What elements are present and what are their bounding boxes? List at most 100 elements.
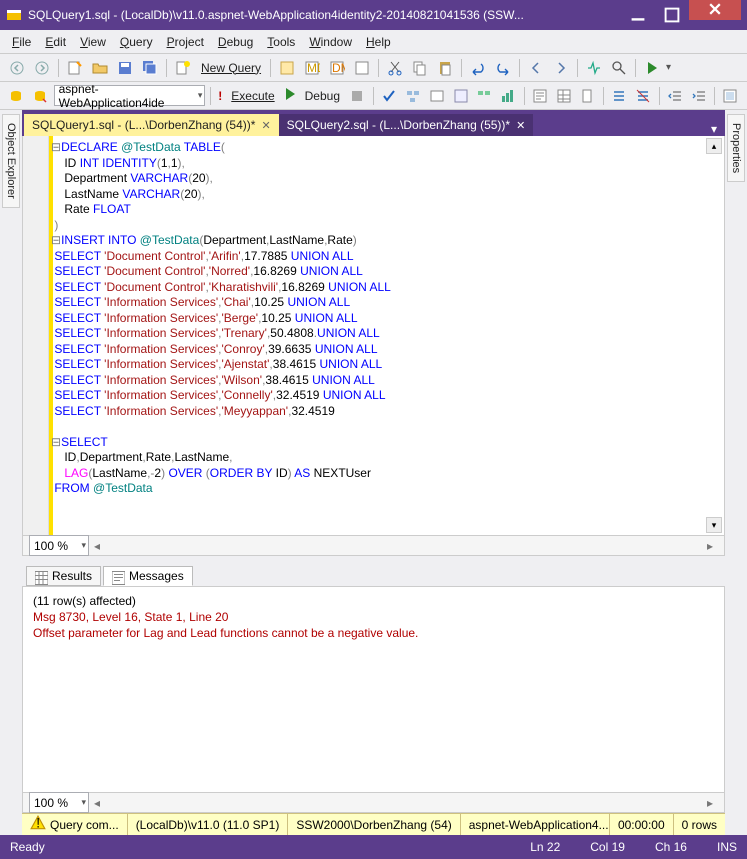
close-tab-icon[interactable]: ✕ (261, 119, 270, 132)
scroll-down-icon[interactable]: ▾ (706, 517, 722, 533)
menubar: File Edit View Query Project Debug Tools… (0, 30, 747, 54)
nav-forward-button[interactable] (550, 57, 572, 79)
db-engine-query-button[interactable] (276, 57, 298, 79)
svg-text:DMX: DMX (332, 61, 345, 75)
close-button[interactable] (689, 0, 741, 20)
separator (519, 59, 520, 77)
results-tabs: Results Messages (22, 562, 725, 586)
tab-sqlquery2[interactable]: SQLQuery2.sql - (L...\DorbenZhang (55))*… (279, 114, 534, 136)
execute-button[interactable]: Execute (227, 89, 278, 103)
zoom-combo[interactable]: 100 % (29, 535, 89, 556)
new-query-label[interactable]: New Query (197, 61, 265, 75)
change-connection-button[interactable] (6, 85, 27, 107)
minimize-button[interactable] (621, 2, 655, 28)
messages-pane[interactable]: (11 row(s) affected) Msg 8730, Level 16,… (22, 586, 725, 793)
decrease-indent-button[interactable] (665, 85, 686, 107)
status-col: Col 19 (590, 840, 625, 854)
separator (373, 87, 374, 105)
xmla-query-button[interactable] (351, 57, 373, 79)
menu-debug[interactable]: Debug (212, 33, 259, 51)
dmx-query-button[interactable]: DMX (326, 57, 348, 79)
estimated-plan-button[interactable] (403, 85, 424, 107)
activity-monitor-button[interactable] (583, 57, 605, 79)
results-grid-button[interactable] (553, 85, 574, 107)
intellisense-button[interactable] (450, 85, 471, 107)
separator (714, 87, 715, 105)
paste-button[interactable] (434, 57, 456, 79)
new-project-button[interactable] (64, 57, 86, 79)
menu-view[interactable]: View (74, 33, 112, 51)
menu-window[interactable]: Window (303, 33, 358, 51)
svg-text:MDX: MDX (307, 61, 320, 75)
actual-plan-button[interactable] (474, 85, 495, 107)
close-tab-icon[interactable]: ✕ (516, 119, 525, 132)
menu-file[interactable]: File (6, 33, 37, 51)
query-options-button[interactable] (426, 85, 447, 107)
results-file-button[interactable] (577, 85, 598, 107)
tabs-dropdown-icon[interactable]: ▾ (705, 122, 723, 136)
specify-values-button[interactable] (720, 85, 741, 107)
save-button[interactable] (114, 57, 136, 79)
maximize-button[interactable] (655, 2, 689, 28)
status-bar: Ready Ln 22 Col 19 Ch 16 INS (0, 835, 747, 859)
scroll-right-icon[interactable]: ▸ (702, 796, 718, 810)
code-editor[interactable]: ⊟DECLARE @TestData TABLE( ID INT IDENTIT… (22, 136, 725, 536)
uncomment-button[interactable] (633, 85, 654, 107)
error-line-1: Msg 8730, Level 16, State 1, Line 20 (33, 609, 714, 625)
query-status-bar: ! Query com... (LocalDb)\v11.0 (11.0 SP1… (22, 813, 725, 835)
server-cell: (LocalDb)\v11.0 (11.0 SP1) (128, 814, 289, 835)
results-tab[interactable]: Results (26, 566, 101, 586)
menu-project[interactable]: Project (161, 33, 210, 51)
nav-backward-button[interactable] (525, 57, 547, 79)
client-stats-button[interactable] (498, 85, 519, 107)
svg-text:!: ! (36, 816, 40, 831)
zoom-combo-messages[interactable]: 100 % (29, 792, 89, 813)
scroll-left-icon[interactable]: ◂ (89, 539, 105, 553)
save-all-button[interactable] (139, 57, 161, 79)
query-status-cell: ! Query com... (22, 814, 128, 835)
start-button[interactable] (641, 57, 663, 79)
titlebar: SQLQuery1.sql - (LocalDb)\v11.0.aspnet-W… (0, 0, 747, 30)
object-explorer-tab[interactable]: Object Explorer (2, 114, 20, 208)
scroll-up-icon[interactable]: ▴ (706, 138, 722, 154)
properties-tab[interactable]: Properties (727, 114, 745, 182)
menu-edit[interactable]: Edit (39, 33, 72, 51)
scroll-left-icon[interactable]: ◂ (89, 796, 105, 810)
find-button[interactable] (608, 57, 630, 79)
back-button[interactable] (6, 57, 28, 79)
app-icon (6, 7, 22, 23)
forward-button[interactable] (31, 57, 53, 79)
db-cell: aspnet-WebApplication4... (461, 814, 610, 835)
menu-tools[interactable]: Tools (261, 33, 301, 51)
parse-button[interactable] (379, 85, 400, 107)
menu-query[interactable]: Query (114, 33, 159, 51)
increase-indent-button[interactable] (688, 85, 709, 107)
menu-help[interactable]: Help (360, 33, 397, 51)
status-ch: Ch 16 (655, 840, 687, 854)
tab-sqlquery1[interactable]: SQLQuery1.sql - (L...\DorbenZhang (54))*… (24, 114, 279, 136)
use-db-button[interactable] (30, 85, 51, 107)
debug-button[interactable]: Debug (301, 89, 344, 103)
analysis-query-button[interactable]: MDX (301, 57, 323, 79)
editor-zoom-bar: 100 % ◂ ▸ (22, 536, 725, 556)
database-combo[interactable]: aspnet-WebApplication4ide (54, 85, 206, 106)
debug-icon[interactable] (282, 86, 298, 105)
cancel-query-button[interactable] (347, 85, 368, 107)
window-buttons (621, 2, 741, 28)
rows-affected-text: (11 row(s) affected) (33, 593, 714, 609)
execute-icon[interactable]: ! (216, 89, 224, 103)
scroll-right-icon[interactable]: ▸ (702, 539, 718, 553)
separator (166, 59, 167, 77)
copy-button[interactable] (409, 57, 431, 79)
comment-button[interactable] (609, 85, 630, 107)
messages-tab[interactable]: Messages (103, 566, 193, 586)
messages-zoom-bar: 100 % ◂ ▸ (22, 793, 725, 813)
status-ln: Ln 22 (530, 840, 560, 854)
undo-button[interactable] (467, 57, 489, 79)
open-button[interactable] (89, 57, 111, 79)
code-content[interactable]: ⊟DECLARE @TestData TABLE( ID INT IDENTIT… (49, 136, 724, 535)
results-text-button[interactable] (530, 85, 551, 107)
cut-button[interactable] (384, 57, 406, 79)
redo-button[interactable] (492, 57, 514, 79)
new-query-icon[interactable] (172, 57, 194, 79)
